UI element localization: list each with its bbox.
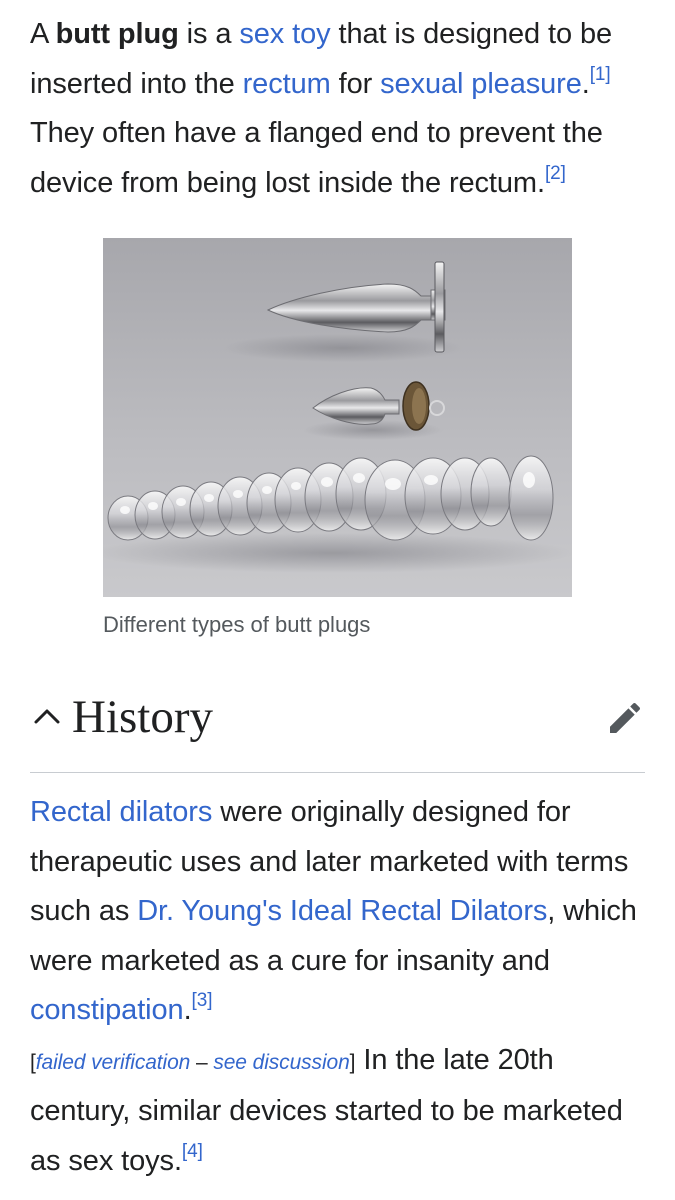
link-sexual-pleasure[interactable]: sexual pleasure — [380, 68, 582, 100]
intro-text-2: is a — [178, 18, 240, 50]
article-image[interactable] — [103, 238, 572, 597]
section-header-history[interactable]: History — [30, 684, 645, 773]
link-rectal-dilators[interactable]: Rectal dilators — [30, 796, 212, 828]
article-page: A butt plug is a sex toy that is designe… — [0, 0, 675, 1200]
link-failed-verification[interactable]: failed verification — [36, 1051, 191, 1074]
history-text-3: . — [183, 994, 192, 1026]
intro-text-4: for — [330, 67, 381, 100]
intro-text-6: They often have a flanged end to prevent… — [30, 117, 603, 199]
failed-dash: – — [190, 1050, 214, 1074]
link-see-discussion[interactable]: see discussion — [213, 1051, 349, 1074]
citation-4[interactable]: [4] — [182, 1141, 203, 1162]
section-title: History — [72, 691, 213, 743]
intro-text-5: . — [581, 67, 590, 100]
link-rectum[interactable]: rectum — [243, 68, 331, 100]
butt-plugs-photo — [103, 238, 572, 597]
image-caption: Different types of butt plugs — [103, 612, 371, 637]
chevron-up-icon[interactable] — [30, 700, 64, 734]
link-constipation[interactable]: constipation — [30, 994, 184, 1026]
intro-bold-term: butt plug — [55, 18, 179, 50]
link-dr-young[interactable]: Dr. Young's Ideal Rectal Dilators — [137, 895, 547, 927]
citation-2[interactable]: [2] — [545, 163, 566, 184]
failed-verification-text: failed verification — [35, 1050, 191, 1074]
history-paragraph: Rectal dilators were originally designed… — [30, 788, 650, 1186]
citation-1[interactable]: [1] — [590, 64, 611, 85]
link-sex-toy[interactable]: sex toy — [239, 18, 330, 50]
citation-3[interactable]: [3] — [192, 990, 213, 1011]
pencil-icon[interactable] — [605, 698, 645, 738]
failed-verification-tag: [failed verification – see discussion] — [30, 1050, 356, 1074]
intro-paragraph: A butt plug is a sex toy that is designe… — [30, 10, 650, 208]
see-discussion-text: see discussion — [213, 1050, 350, 1074]
intro-text-1: A — [30, 18, 56, 50]
